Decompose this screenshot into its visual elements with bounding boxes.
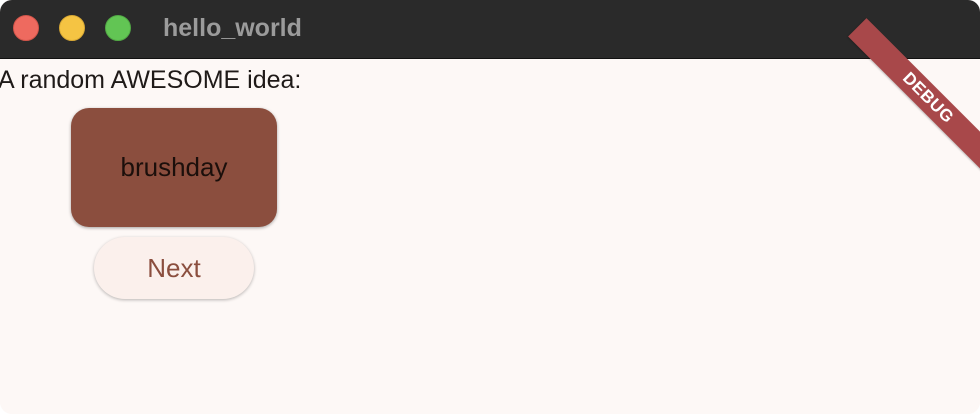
close-window-button[interactable] — [13, 15, 39, 41]
next-button-label: Next — [147, 252, 201, 283]
title-bar: hello_world — [0, 0, 980, 59]
minimize-window-button[interactable] — [59, 15, 85, 41]
maximize-window-button[interactable] — [105, 15, 131, 41]
prompt-text: A random AWESOME idea: — [0, 66, 302, 94]
window-title: hello_world — [163, 14, 302, 42]
idea-text: brushday — [120, 152, 228, 182]
app-window: hello_world A random AWESOME idea: brush… — [0, 0, 980, 414]
debug-banner-label: DEBUG — [899, 68, 958, 127]
next-button[interactable]: Next — [94, 237, 254, 299]
idea-card: brushday — [71, 108, 277, 227]
app-content: A random AWESOME idea: brushday Next DEB… — [0, 18, 980, 414]
